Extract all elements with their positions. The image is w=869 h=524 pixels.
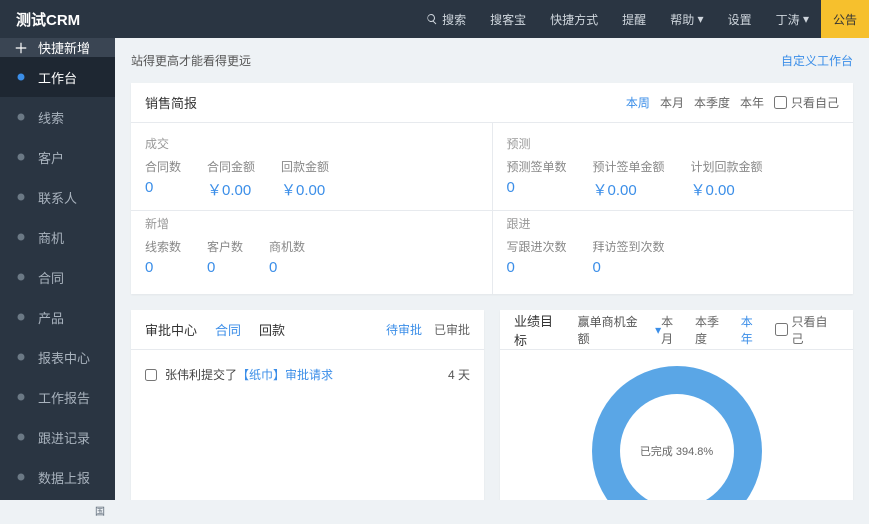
topnav-quick[interactable]: 快捷方式 [538, 0, 610, 38]
metric: 合同数0 [145, 158, 181, 200]
search-icon [426, 13, 438, 25]
menu-icon [14, 230, 28, 244]
menu-icon [14, 270, 28, 284]
sidebar-footer: 国 [0, 497, 115, 524]
sidebar-item-0[interactable]: 工作台 [0, 57, 115, 97]
filter-year[interactable]: 本年 [740, 94, 764, 111]
metric: 客户数0 [207, 238, 243, 276]
metric-value[interactable]: 0 [507, 259, 567, 276]
sidebar-item-7[interactable]: 报表中心 [0, 337, 115, 377]
custom-dashboard-link[interactable]: 自定义工作台 [781, 52, 853, 69]
metric-value[interactable]: ￥0.00 [691, 179, 763, 200]
section-title: 新增 [131, 211, 492, 236]
menu-icon [14, 390, 28, 404]
sidebar-item-5[interactable]: 合同 [0, 257, 115, 297]
section-title: 预测 [493, 131, 854, 156]
metric: 预计签单金额￥0.00 [593, 158, 665, 200]
metric-value[interactable]: ￥0.00 [593, 179, 665, 200]
sidebar-item-10[interactable]: 数据上报 [0, 457, 115, 497]
sidebar-item-4[interactable]: 商机 [0, 217, 115, 257]
topnav-remind[interactable]: 提醒 [610, 0, 658, 38]
approval-card: 审批中心 合同 回款 待审批 已审批 张伟利提交了【纸巾】审批请求 4 天 [131, 310, 484, 500]
goal-title: 业绩目标 [514, 311, 566, 349]
metric-value[interactable]: 0 [507, 179, 567, 196]
chevron-down-icon: ▾ [803, 12, 809, 26]
goal-card: 业绩目标 赢单商机金额▾ 本月 本季度 本年 只看自己 已完成 394.8% [500, 310, 853, 500]
filter-week[interactable]: 本周 [626, 94, 650, 111]
metric: 合同金额￥0.00 [207, 158, 255, 200]
pending-tab[interactable]: 待审批 [386, 321, 422, 338]
goal-filter-year[interactable]: 本年 [741, 313, 765, 347]
metric-value[interactable]: 0 [269, 259, 305, 276]
sidebar: 快捷新增 工作台线索客户联系人商机合同产品报表中心工作报告跟进记录数据上报 国 [0, 38, 115, 500]
topnav-search[interactable]: 搜索 [414, 0, 478, 38]
approval-title: 审批中心 [145, 320, 197, 339]
metric: 商机数0 [269, 238, 305, 276]
topnav-user[interactable]: 丁涛 ▾ [764, 0, 821, 38]
menu-icon [14, 350, 28, 364]
menu-icon [14, 470, 28, 484]
sidebar-item-9[interactable]: 跟进记录 [0, 417, 115, 457]
metric-value[interactable]: ￥0.00 [281, 179, 329, 200]
menu-icon [14, 190, 28, 204]
metric-value[interactable]: 0 [593, 259, 665, 276]
section-title: 成交 [131, 131, 492, 156]
plus-icon [14, 41, 28, 55]
content: 站得更高才能看得更远 自定义工作台 销售简报 本周 本月 本季度 本年 只看自己… [115, 38, 869, 500]
motto: 站得更高才能看得更远 [131, 52, 251, 69]
sidebar-item-3[interactable]: 联系人 [0, 177, 115, 217]
sidebar-item-8[interactable]: 工作报告 [0, 377, 115, 417]
metric: 回款金额￥0.00 [281, 158, 329, 200]
sidebar-item-6[interactable]: 产品 [0, 297, 115, 337]
chevron-down-icon: ▾ [698, 12, 704, 26]
metric-value[interactable]: 0 [145, 179, 181, 196]
metric: 预测签单数0 [507, 158, 567, 200]
approval-checkbox[interactable] [145, 369, 157, 381]
metric: 线索数0 [145, 238, 181, 276]
topbar: 测试CRM 搜索 搜客宝 快捷方式 提醒 帮助 ▾ 设置 丁涛 ▾ 公告 [0, 0, 869, 38]
approval-days: 4 天 [448, 366, 470, 383]
goal-donut-chart: 已完成 394.8% [592, 366, 762, 500]
metric: 写跟进次数0 [507, 238, 567, 276]
metric: 拜访签到次数0 [593, 238, 665, 276]
sales-report-card: 销售简报 本周 本月 本季度 本年 只看自己 成交合同数0 合同金额￥0.00 回款… [131, 83, 853, 294]
section-title: 跟进 [493, 211, 854, 236]
topnav-settings[interactable]: 设置 [716, 0, 764, 38]
menu-icon [14, 110, 28, 124]
topnav-announce[interactable]: 公告 [821, 0, 869, 38]
menu-icon [14, 310, 28, 324]
goal-select[interactable]: 赢单商机金额▾ [578, 313, 661, 347]
tab-contract[interactable]: 合同 [215, 320, 241, 339]
sidebar-quick-add[interactable]: 快捷新增 [0, 38, 115, 57]
menu-icon [14, 430, 28, 444]
filter-quarter[interactable]: 本季度 [694, 94, 730, 111]
metric-value[interactable]: 0 [145, 259, 181, 276]
goal-donut-label: 已完成 394.8% [592, 366, 762, 500]
metric-value[interactable]: 0 [207, 259, 243, 276]
metric: 计划回款金额￥0.00 [691, 158, 763, 200]
menu-icon [14, 70, 28, 84]
sidebar-item-1[interactable]: 线索 [0, 97, 115, 137]
tab-payment[interactable]: 回款 [259, 320, 285, 339]
only-self-checkbox[interactable]: 只看自己 [774, 94, 839, 111]
goal-filter-quarter[interactable]: 本季度 [695, 313, 731, 347]
topnav-soukebao[interactable]: 搜客宝 [478, 0, 538, 38]
goal-filter-month[interactable]: 本月 [661, 313, 685, 347]
topnav-help[interactable]: 帮助 ▾ [658, 0, 715, 38]
metric-value[interactable]: ￥0.00 [207, 179, 255, 200]
menu-icon [14, 150, 28, 164]
filter-month[interactable]: 本月 [660, 94, 684, 111]
brand: 测试CRM [0, 9, 96, 30]
sales-report-title: 销售简报 [145, 93, 197, 112]
approved-tab[interactable]: 已审批 [434, 321, 470, 338]
sidebar-item-2[interactable]: 客户 [0, 137, 115, 177]
approval-row[interactable]: 张伟利提交了【纸巾】审批请求 4 天 [131, 350, 484, 399]
goal-only-self[interactable]: 只看自己 [775, 313, 839, 347]
